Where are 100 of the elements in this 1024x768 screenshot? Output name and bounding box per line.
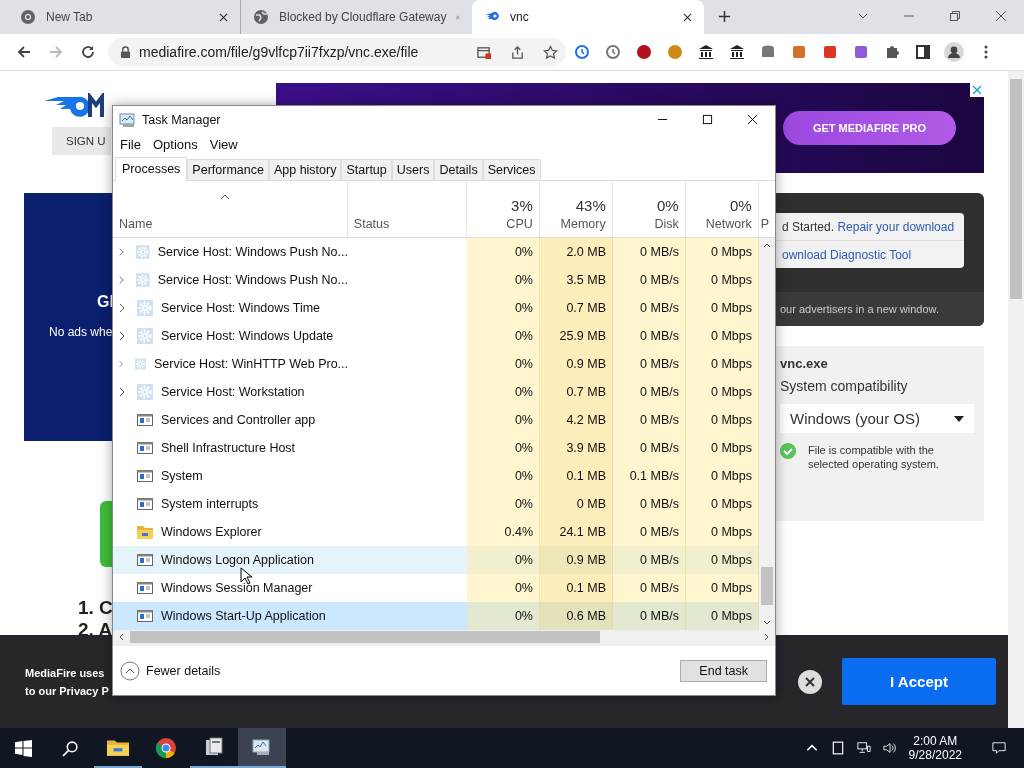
column-header[interactable]: Memory — [560, 216, 606, 231]
process-row[interactable]: Service Host: WinHTTP Web Pro... 0% 0.9 MB 0 MB/s 0 Mbps — [113, 349, 759, 378]
window-icon — [137, 607, 153, 624]
process-row[interactable]: Shell Infrastructure Host 0% 3.9 MB 0 MB/s 0 Mbps — [113, 433, 759, 462]
process-row[interactable]: Service Host: Windows Push No... 0% 3.5 MB 0 MB/s 0 Mbps — [113, 265, 759, 294]
logo-icon[interactable] — [44, 93, 104, 119]
address-bar[interactable]: mediafire.com/file/g9vlfcp7ii7fxzp/vnc.exe/file — [108, 38, 566, 66]
task-manager-taskbar-button[interactable] — [238, 728, 286, 768]
sign-up-button[interactable]: SIGN U — [52, 127, 111, 155]
clock-icon[interactable] — [604, 44, 621, 60]
accept-button[interactable]: I Accept — [842, 658, 996, 705]
network-icon[interactable] — [856, 741, 871, 755]
maximize-icon[interactable] — [702, 114, 713, 126]
chevron-right-icon[interactable] — [119, 302, 125, 313]
clock[interactable]: 2:00 AM 9/28/2022 — [908, 734, 962, 762]
memory-cell: 0.6 MB — [540, 601, 613, 630]
browser-tab[interactable]: vnc — [472, 0, 704, 34]
task-manager-icon — [119, 111, 137, 128]
restore-icon[interactable] — [949, 10, 961, 22]
new-tab-icon[interactable] — [718, 10, 731, 23]
menu-item[interactable]: View — [208, 136, 245, 152]
scroll-left-icon[interactable] — [119, 633, 124, 642]
fewer-details-button[interactable]: Fewer details — [120, 660, 221, 681]
network-cell: 0 Mbps — [686, 265, 759, 294]
tab[interactable]: Details — [434, 159, 483, 181]
get-pro-button[interactable]: GET MEDIAFIRE PRO — [782, 111, 956, 145]
building-icon[interactable] — [728, 44, 745, 60]
cookie-text: to our Privacy P — [25, 684, 109, 697]
vertical-scrollbar[interactable] — [759, 237, 775, 630]
column-header[interactable]: CPU — [506, 216, 533, 231]
column-header[interactable]: Status — [353, 216, 390, 231]
process-row[interactable]: System interrupts 0% 0 MB 0 MB/s 0 Mbps — [113, 489, 759, 518]
check-icon — [780, 443, 796, 459]
square-icon[interactable] — [830, 741, 845, 755]
close-icon[interactable] — [798, 669, 822, 694]
scroll-down-icon[interactable] — [763, 619, 771, 625]
tab[interactable]: Processes — [115, 157, 188, 182]
column-header[interactable]: Disk — [654, 216, 679, 231]
share-icon[interactable] — [510, 44, 525, 60]
back-icon[interactable] — [16, 44, 32, 60]
tab[interactable]: Services — [482, 159, 541, 181]
tab[interactable]: App history — [268, 159, 342, 181]
profile-icon[interactable] — [944, 42, 964, 62]
menu-item[interactable]: Options — [151, 136, 205, 152]
process-row[interactable]: Windows Logon Application 0% 0.9 MB 0 MB/s 0 Mbps — [113, 545, 759, 574]
reload-icon[interactable] — [80, 44, 96, 60]
process-name: Service Host: WinHTTP Web Pro... — [153, 356, 348, 371]
process-row[interactable]: System 0% 0.1 MB 0.1 MB/s 0 Mbps — [113, 461, 759, 490]
end-task-button[interactable]: End task — [680, 659, 767, 682]
process-name: Service Host: Windows Push No... — [157, 272, 348, 287]
cpu-cell: 0% — [467, 321, 540, 350]
browser-tab[interactable]: New Tab — [8, 0, 240, 34]
process-row[interactable]: Service Host: Windows Time 0% 0.7 MB 0 MB/s 0 Mbps — [113, 293, 759, 322]
column-header[interactable]: Network — [705, 216, 752, 231]
process-row[interactable]: Windows Session Manager 0% 0.1 MB 0 MB/s 0 Mbps — [113, 573, 759, 602]
bank-icon[interactable] — [697, 44, 714, 60]
process-row[interactable]: Service Host: Workstation 0% 0.7 MB 0 MB/s 0 Mbps — [113, 377, 759, 406]
compatibility-status: File is compatible with the selected operating system. — [808, 443, 940, 471]
menu-item[interactable]: File — [119, 136, 148, 152]
chevron-right-icon[interactable] — [119, 330, 125, 341]
diagnostic-tool-link[interactable]: ownload Diagnostic Tool — [782, 248, 912, 262]
scrollbar-thumb[interactable] — [761, 566, 773, 605]
scrollbar-thumb[interactable] — [1010, 79, 1022, 299]
blocked-popup-icon[interactable] — [477, 44, 492, 60]
scroll-up-icon[interactable] — [763, 242, 771, 248]
usage-percent: 0% — [657, 196, 679, 214]
process-row[interactable]: Services and Controller app 0% 4.2 MB 0 MB/s 0 Mbps — [113, 405, 759, 434]
search-icon[interactable] — [62, 739, 79, 757]
process-row[interactable]: Windows Explorer 0.4% 24.1 MB 0 MB/s 0 Mbps — [113, 517, 759, 546]
page-scrollbar[interactable] — [1008, 71, 1024, 728]
notification-icon[interactable] — [992, 741, 1006, 755]
star-icon[interactable] — [543, 44, 558, 60]
folder-icon — [107, 737, 129, 757]
process-name: System interrupts — [161, 496, 259, 511]
process-row[interactable]: Windows Start-Up Application 0% 0.6 MB 0 MB/s 0 Mbps — [113, 601, 759, 630]
close-icon[interactable] — [219, 12, 228, 22]
close-icon[interactable] — [683, 12, 692, 22]
column-header[interactable]: Name — [119, 216, 153, 231]
chevron-right-icon[interactable] — [119, 274, 125, 285]
disk-cell: 0 MB/s — [613, 405, 686, 434]
database-icon[interactable] — [759, 44, 776, 60]
repair-link[interactable]: Repair your download — [837, 220, 955, 234]
tab[interactable]: Performance — [187, 159, 269, 181]
close-icon[interactable] — [747, 114, 758, 126]
history-icon[interactable] — [573, 44, 590, 60]
ball-icon[interactable] — [635, 44, 652, 60]
windows-start-icon[interactable] — [15, 739, 32, 757]
network-cell: 0 Mbps — [686, 545, 759, 574]
process-row[interactable]: Service Host: Windows Update 0% 25.9 MB 0 MB/s 0 Mbps — [113, 321, 759, 350]
scrollbar-thumb[interactable] — [130, 631, 600, 644]
os-select[interactable]: Windows (your OS) — [780, 404, 974, 433]
scroll-right-icon[interactable] — [764, 633, 769, 642]
column-header[interactable]: P — [760, 216, 769, 231]
tab[interactable]: Users — [391, 159, 435, 181]
chevron-right-icon[interactable] — [119, 386, 125, 397]
volume-icon[interactable] — [882, 741, 897, 755]
chevron-right-icon[interactable] — [119, 246, 125, 257]
sidebar-icon[interactable] — [914, 44, 931, 60]
process-row[interactable]: Service Host: Windows Push No... 0% 2.0 MB 0 MB/s 0 Mbps — [113, 237, 759, 266]
tab[interactable]: Startup — [341, 159, 392, 181]
